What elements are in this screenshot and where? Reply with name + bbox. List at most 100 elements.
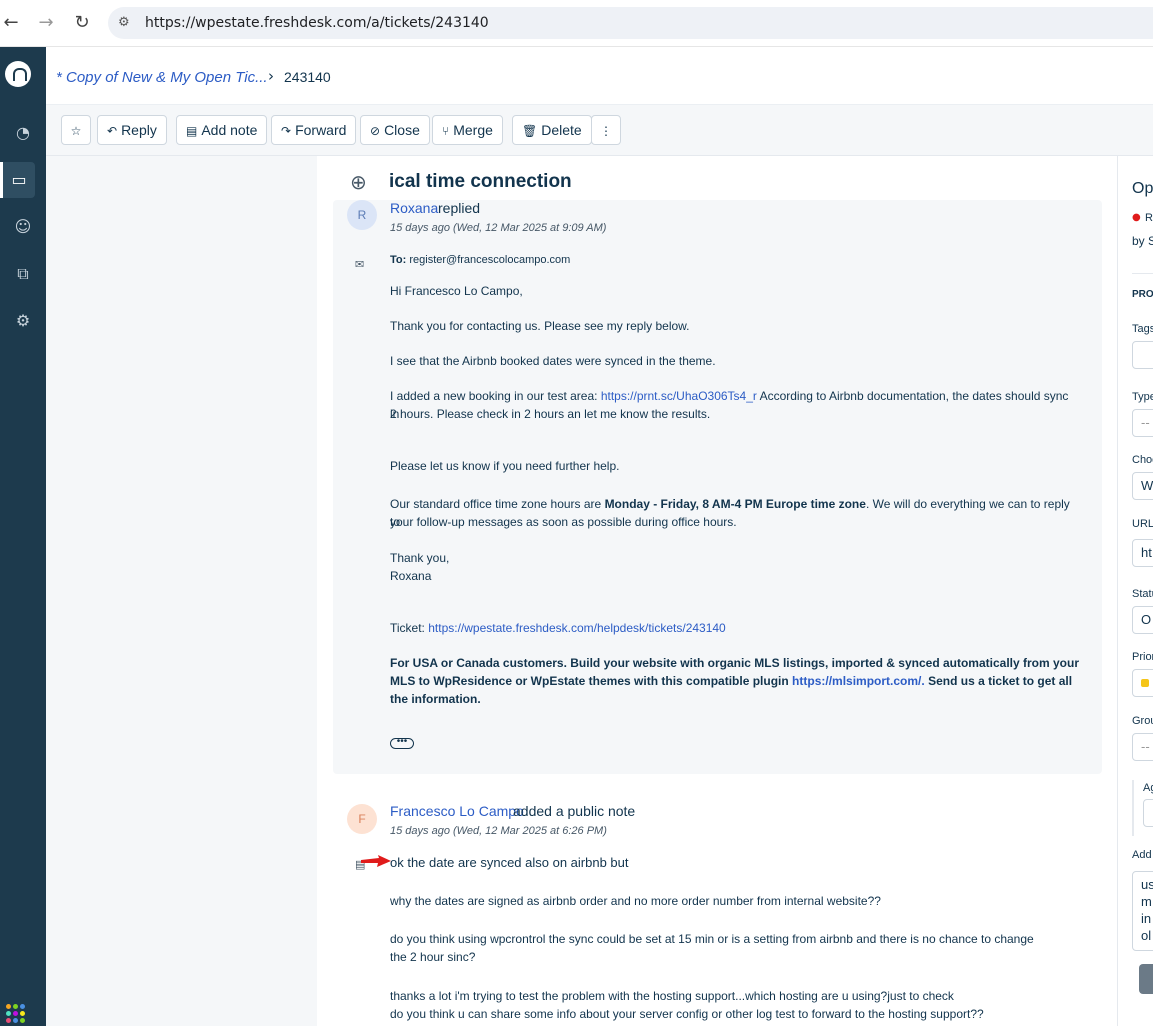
red-arrow-icon xyxy=(361,855,391,867)
solutions-icon[interactable]: ⧉ xyxy=(0,256,46,292)
more-actions-button[interactable]: ⋮ xyxy=(591,115,621,145)
status-text: R xyxy=(1145,212,1153,224)
text: Send us a ticket to get all xyxy=(924,674,1073,688)
reply-paragraph: 2 hours. Please check in 2 hours an let … xyxy=(390,407,711,421)
reply-button[interactable]: ↶ Reply xyxy=(97,115,167,145)
avatar[interactable]: R xyxy=(347,200,377,230)
avatar[interactable]: F xyxy=(347,804,377,834)
reply-to: To: register@francescolocampo.com xyxy=(390,251,1080,269)
reply-ticket-line: Ticket: https://wpestate.freshdesk.com/h… xyxy=(390,619,1080,637)
notes-line: ol xyxy=(1141,928,1152,943)
trash-icon: 🗑 xyxy=(522,124,538,138)
more-vertical-icon: ⋮ xyxy=(600,124,612,138)
chevron-right-icon: › xyxy=(268,67,274,85)
agent-label: Ag xyxy=(1143,782,1153,794)
reply-greeting: Hi Francesco Lo Campo, xyxy=(390,284,523,298)
add-label: Add xyxy=(1132,849,1152,861)
close-label: Close xyxy=(384,122,420,138)
to-label: To: xyxy=(390,254,407,266)
reply-signature: Roxana xyxy=(390,569,432,583)
tickets-icon[interactable]: ▭ xyxy=(0,162,35,198)
status-select[interactable]: O xyxy=(1132,606,1153,634)
forward-button[interactable]: ↷ Forward xyxy=(271,115,357,145)
tags-label: Tags xyxy=(1132,323,1153,335)
site-settings-icon[interactable]: ⚙ xyxy=(118,15,130,30)
type-select[interactable]: -- xyxy=(1132,409,1153,437)
back-icon[interactable]: ← xyxy=(0,12,22,34)
add-note-button[interactable]: ▤ Add note xyxy=(176,115,268,145)
browser-toolbar: ← → ↻ ⚙ https://wpestate.freshdesk.com/a… xyxy=(0,0,1153,47)
note-action: added a public note xyxy=(513,803,636,819)
by-text: by S xyxy=(1132,234,1153,248)
notes-textarea[interactable]: us m in ol xyxy=(1132,871,1153,951)
admin-icon[interactable]: ⚙ xyxy=(0,303,46,339)
note-author-link[interactable]: Francesco Lo Campo xyxy=(390,803,524,819)
left-pane xyxy=(46,156,317,1026)
close-button[interactable]: ⊘ Close xyxy=(360,115,430,145)
conversation-pane: ⊕ ical time connection R Roxana replied … xyxy=(317,156,1117,1026)
page-header: * Copy of New & My Open Tic... › 243140 xyxy=(46,47,1153,105)
priority-color-icon xyxy=(1141,679,1149,687)
type-label: Type xyxy=(1132,391,1153,403)
status-dot-icon: ● xyxy=(1132,212,1141,223)
text: Our standard office time zone hours are xyxy=(390,497,605,511)
merge-button[interactable]: ⑂ Merge xyxy=(432,115,503,145)
delete-button[interactable]: 🗑 Delete xyxy=(512,115,592,145)
note-line: do you think using wpcrontrol the sync c… xyxy=(390,932,1034,946)
reply-author-link[interactable]: Roxana xyxy=(390,200,438,216)
ticket-subject: ical time connection xyxy=(389,171,572,192)
agent-select[interactable] xyxy=(1143,799,1153,827)
apps-grid-icon[interactable] xyxy=(6,1004,26,1023)
text: I added a new booking in our test area: xyxy=(390,389,601,403)
priority-select[interactable] xyxy=(1132,669,1153,697)
screenshot-link[interactable]: https://prnt.sc/UhaO306Ts4_r xyxy=(601,389,757,403)
to-value: register@francescolocampo.com xyxy=(409,254,571,266)
divider xyxy=(1132,273,1153,274)
choose-select[interactable]: W xyxy=(1132,472,1153,500)
breadcrumb-view-link[interactable]: * Copy of New & My Open Tic... xyxy=(56,69,268,86)
promo-line: For USA or Canada customers. Build your … xyxy=(390,656,1080,670)
email-icon: ✉ xyxy=(355,258,365,271)
ticket-toolbar: ☆ ↶ Reply ▤ Add note ↷ Forward ⊘ Close ⑂ Merg… xyxy=(46,105,1153,156)
note-line: thanks a lot i'm trying to test the prob… xyxy=(390,989,954,1003)
contacts-icon[interactable]: ☺ xyxy=(0,209,46,245)
url-input[interactable]: ht xyxy=(1132,539,1153,567)
reply-time: 15 days ago (Wed, 12 Mar 2025 at 9:09 AM… xyxy=(390,222,607,234)
agent-indent-line xyxy=(1132,780,1134,836)
properties-heading: PRO xyxy=(1132,289,1153,300)
freshdesk-logo-icon[interactable] xyxy=(5,61,31,87)
group-select[interactable]: -- xyxy=(1132,733,1153,761)
promo-line: the information. xyxy=(390,692,481,706)
add-note-label: Add note xyxy=(201,122,258,138)
reply-paragraph: your follow-up messages as soon as possi… xyxy=(390,515,737,529)
dashboard-icon[interactable]: ◔ xyxy=(0,115,46,151)
show-quoted-button[interactable]: ••• xyxy=(390,737,414,749)
star-button[interactable]: ☆ xyxy=(61,115,91,145)
ticket-link[interactable]: https://wpestate.freshdesk.com/helpdesk/… xyxy=(428,621,726,635)
note-icon: ▤ xyxy=(186,124,198,138)
text: MLS to WpResidence or WpEstate themes wi… xyxy=(390,674,793,688)
forward-icon[interactable]: → xyxy=(35,12,57,34)
delete-label: Delete xyxy=(541,122,582,138)
reply-action: replied xyxy=(438,200,481,216)
url-label: URL xyxy=(1132,518,1153,530)
tags-input[interactable] xyxy=(1132,341,1153,369)
note-line: do you think u can share some info about… xyxy=(390,1007,984,1021)
mlsimport-link[interactable]: https://mlsimport.com/. xyxy=(792,674,925,688)
globe-icon: ⊕ xyxy=(350,170,367,194)
forward-icon: ↷ xyxy=(281,124,292,138)
notes-line: us xyxy=(1141,877,1153,892)
reply-message: R Roxana replied 15 days ago (Wed, 12 Ma… xyxy=(333,200,1102,774)
properties-panel: Op ● R by S PRO Tags Type -- Choo W URL … xyxy=(1117,156,1153,1026)
update-button[interactable] xyxy=(1139,964,1153,994)
url-text[interactable]: https://wpestate.freshdesk.com/a/tickets… xyxy=(145,15,489,31)
group-label: Grou xyxy=(1132,715,1153,727)
merge-icon: ⑂ xyxy=(442,124,450,138)
star-icon: ☆ xyxy=(70,124,82,138)
note-time: 15 days ago (Wed, 12 Mar 2025 at 6:26 PM… xyxy=(390,825,607,837)
note-line: why the dates are signed as airbnb order… xyxy=(390,894,881,908)
reload-icon[interactable]: ↻ xyxy=(71,12,93,34)
note-line: ok the date are synced also on airbnb bu… xyxy=(390,855,629,870)
app-sidebar: ◔ ▭ ☺ ⧉ ⚙ xyxy=(0,47,46,1026)
address-bar[interactable]: ⚙ https://wpestate.freshdesk.com/a/ticke… xyxy=(108,7,1153,39)
